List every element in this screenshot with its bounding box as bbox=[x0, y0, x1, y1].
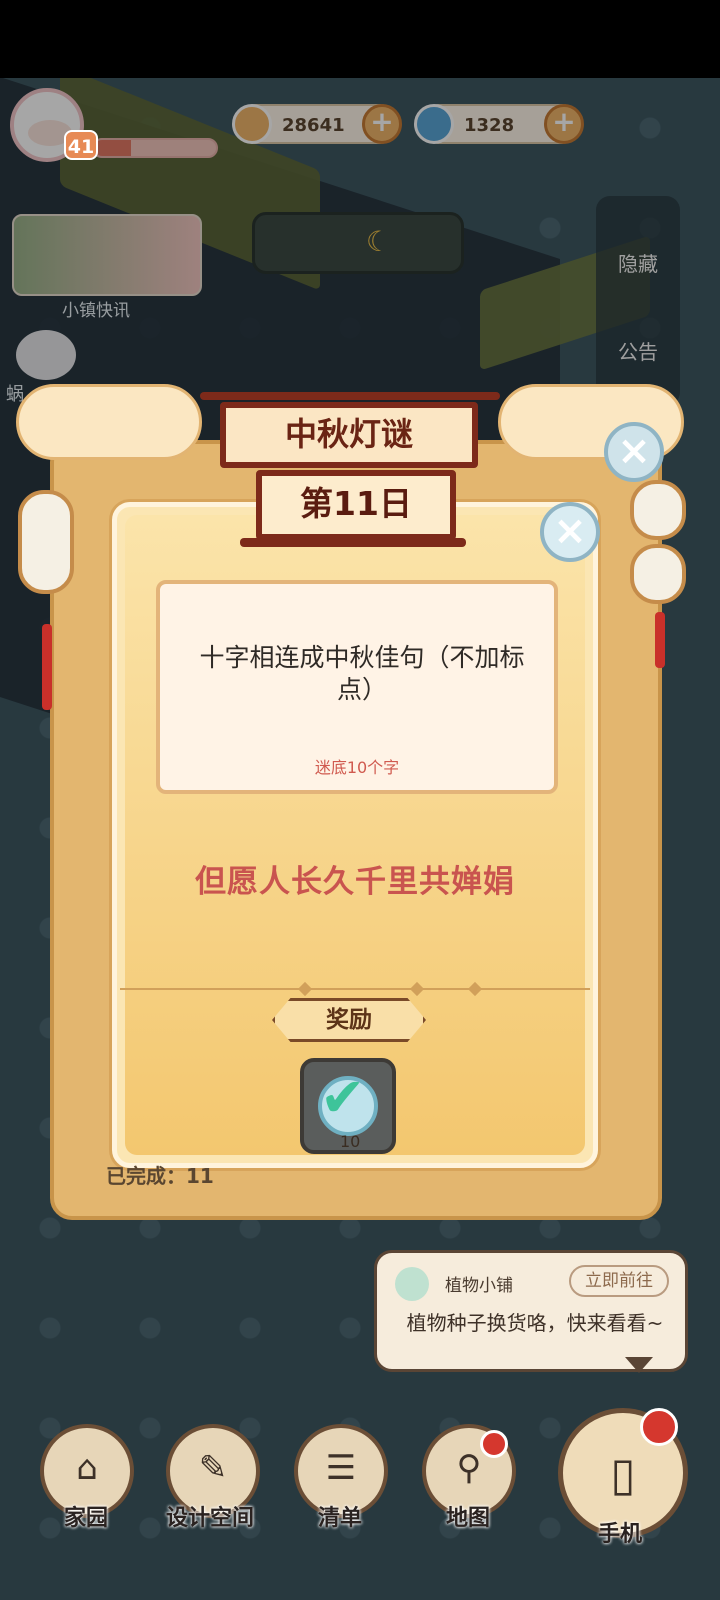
lantern-icon bbox=[18, 490, 74, 594]
completed-count: 已完成：11 bbox=[106, 1164, 214, 1188]
list-icon: ☰ bbox=[325, 1448, 357, 1488]
shop-banner[interactable]: 植物小铺 立即前往 植物种子换货咯，快来看看~ bbox=[374, 1250, 688, 1373]
nav-map-label: 地图 bbox=[446, 1506, 491, 1531]
go-now-button[interactable]: 立即前往 bbox=[569, 1265, 669, 1297]
reward-item[interactable]: ✔ 10 bbox=[300, 1058, 396, 1154]
tassel bbox=[655, 612, 665, 668]
nav-design-label: 设计空间 bbox=[166, 1506, 255, 1531]
reward-label: 奖励 bbox=[272, 998, 426, 1042]
day-title: 第11日 bbox=[256, 470, 456, 540]
sprout-icon bbox=[395, 1267, 429, 1301]
riddle-answer: 但愿人长久千里共婵娟 bbox=[195, 864, 515, 900]
lantern-icon bbox=[630, 544, 686, 604]
cloud-left bbox=[16, 384, 202, 460]
riddle-hint: 迷底10个字 bbox=[314, 758, 400, 777]
shop-message: 植物种子换货咯，快来看看~ bbox=[406, 1311, 664, 1335]
nav-home-label: 家园 bbox=[64, 1506, 109, 1531]
divider bbox=[120, 988, 590, 990]
level-badge: 41 bbox=[64, 130, 98, 160]
nav-list-label: 清单 bbox=[318, 1506, 363, 1531]
phone-notification-dot bbox=[640, 1408, 678, 1446]
phone-icon: ▯ bbox=[610, 1447, 636, 1501]
shop-name: 植物小铺 bbox=[445, 1276, 513, 1296]
dialog-close-button[interactable]: × bbox=[540, 502, 600, 562]
nav-phone-label: 手机 bbox=[598, 1522, 643, 1547]
home-icon: ⌂ bbox=[76, 1448, 98, 1488]
tassel bbox=[42, 624, 52, 710]
event-close-button[interactable]: × bbox=[604, 422, 664, 482]
title-beam bbox=[200, 392, 500, 400]
reward-quantity: 10 bbox=[340, 1132, 361, 1151]
lantern-icon bbox=[630, 480, 686, 540]
event-title: 中秋灯谜 bbox=[220, 402, 478, 468]
riddle-card: 十字相连成中秋佳句（不加标点） 迷底10个字 bbox=[156, 580, 558, 794]
riddle-question: 十字相连成中秋佳句（不加标点） bbox=[199, 643, 525, 704]
map-notification-dot bbox=[480, 1430, 508, 1458]
checkmark-icon: ✔ bbox=[320, 1066, 366, 1129]
design-icon: ✎ bbox=[198, 1448, 228, 1488]
